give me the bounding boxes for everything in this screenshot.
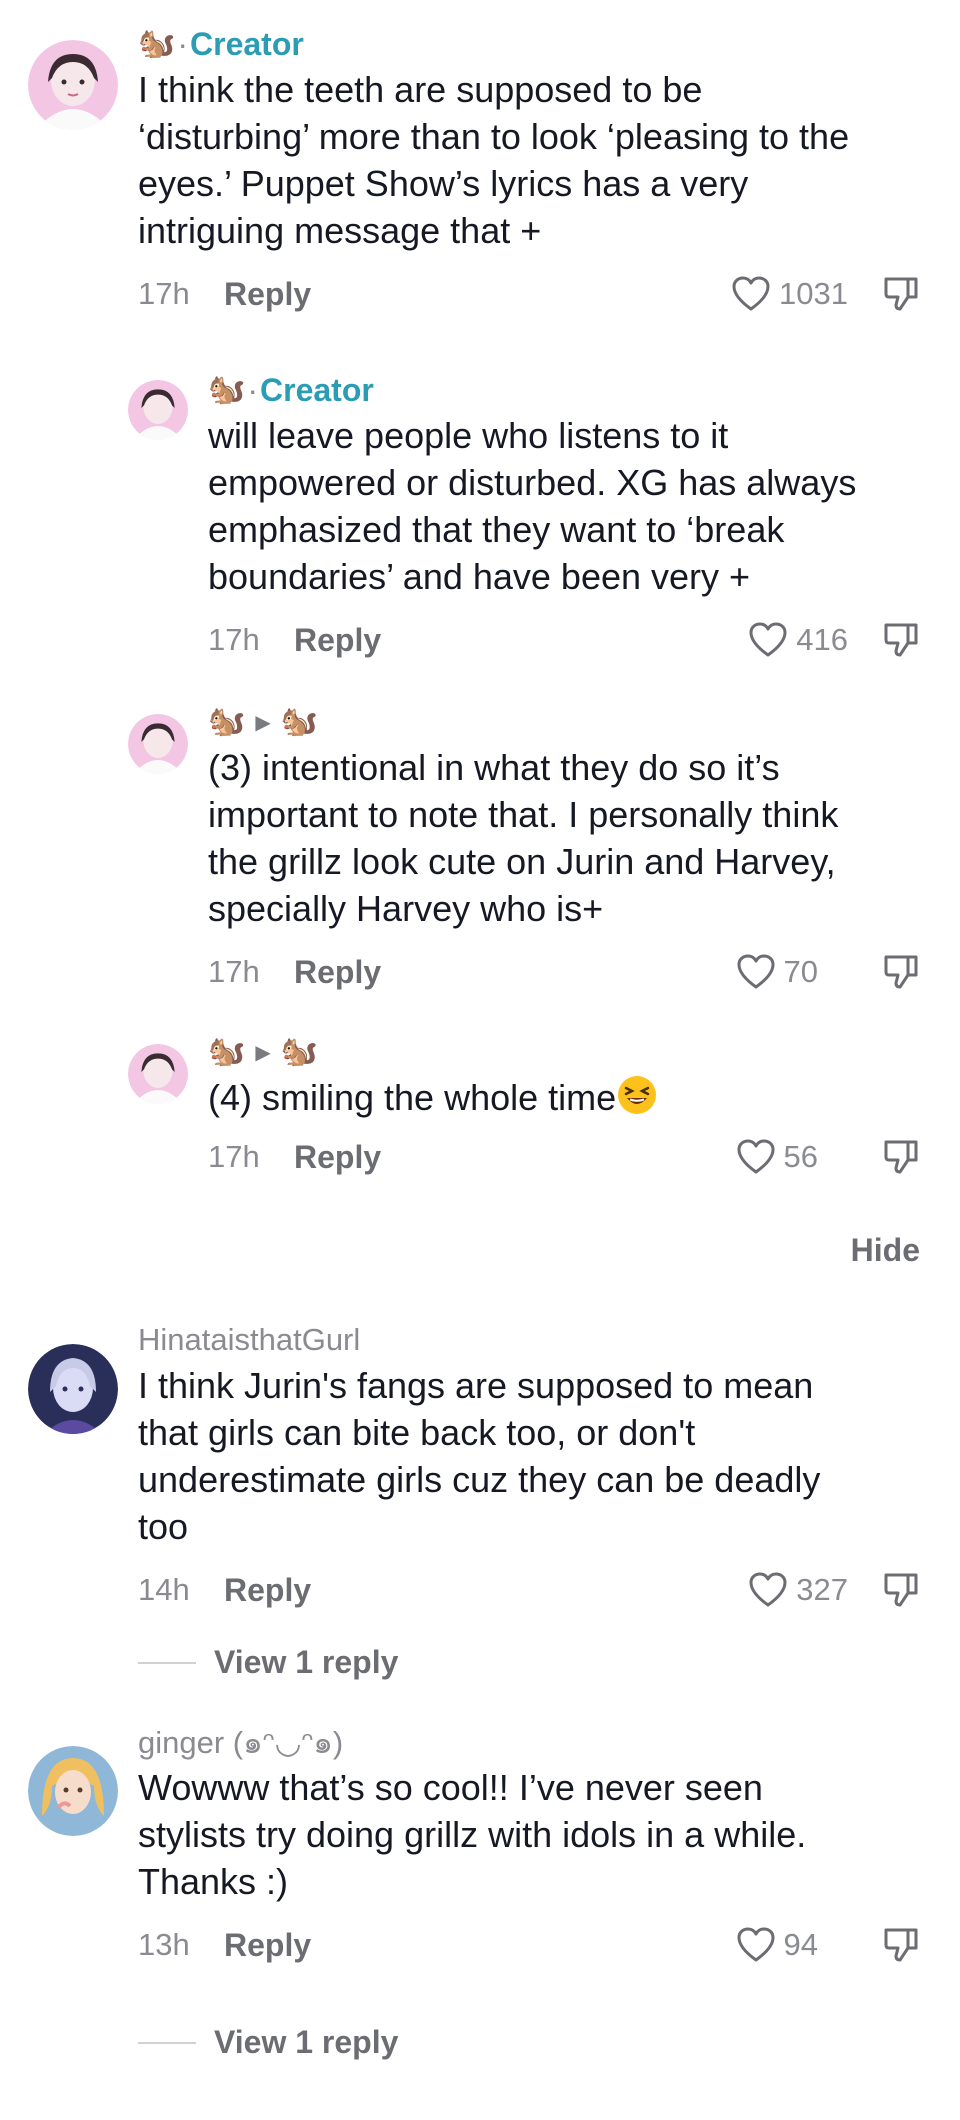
squirrel-emoji-icon: 🐿️ (208, 1035, 246, 1068)
thumbs-down-icon (884, 1140, 918, 1174)
reply-item: 🐿️ ▶ 🐿️ (3) intentional in what they do … (0, 700, 960, 1000)
separator-dot: · (247, 371, 259, 408)
thumbs-down-icon (884, 623, 918, 657)
like-button[interactable]: 327 (748, 1571, 848, 1609)
divider-line (138, 1661, 196, 1664)
like-count: 416 (796, 622, 848, 657)
user-avatar[interactable] (128, 714, 188, 774)
dislike-button[interactable] (882, 1571, 920, 1609)
reply-button[interactable]: Reply (224, 1572, 311, 1609)
comment-text: I think Jurin's fangs are supposed to me… (138, 1365, 821, 1547)
comment-time: 17h (208, 622, 260, 657)
play-arrow-icon: ▶ (255, 1041, 271, 1064)
comment-text-content: (4) smiling the whole time (208, 1077, 617, 1118)
comment-header: 🐿️ ▶ 🐿️ (208, 1030, 920, 1074)
view-replies-button[interactable]: View 1 reply (138, 2024, 398, 2061)
comment-time: 13h (138, 1927, 190, 1962)
creator-avatar[interactable] (28, 40, 118, 130)
like-count: 56 (783, 1139, 818, 1174)
dislike-button[interactable] (882, 275, 920, 313)
comment-text: Wowww that’s so cool!! I’ve never seen s… (138, 1767, 807, 1902)
dislike-button[interactable] (882, 1138, 920, 1176)
like-button[interactable]: 56 (736, 1138, 818, 1176)
reply-button[interactable]: Reply (224, 276, 311, 313)
like-count: 70 (783, 954, 818, 989)
thumbs-down-icon (884, 955, 918, 989)
like-count: 327 (796, 1572, 848, 1607)
heart-outline-icon (749, 622, 787, 657)
squirrel-emoji-icon: 🐿️ (208, 705, 246, 738)
creator-avatar[interactable] (128, 380, 188, 440)
comment-text: will leave people who listens to it empo… (208, 415, 857, 597)
dislike-button[interactable] (882, 953, 920, 991)
reply-item: 🐿️ ▶ 🐿️ (4) smiling the whole time 17h R… (0, 1030, 960, 1210)
like-button[interactable]: 1031 (731, 275, 848, 313)
comment-meta: 14h Reply 327 (138, 1568, 920, 1612)
like-button[interactable]: 416 (748, 621, 848, 659)
comment-meta: 13h Reply 94 (138, 1923, 920, 1967)
squirrel-emoji-icon: 🐿️ (208, 373, 246, 406)
comment-text: (3) intentional in what they do so it’s … (208, 747, 839, 929)
like-button[interactable]: 70 (736, 953, 818, 991)
comment-time: 17h (208, 954, 260, 989)
username[interactable]: HinataisthatGurl (138, 1322, 360, 1358)
comment-time: 17h (208, 1139, 260, 1174)
view-replies-label: View 1 reply (214, 1644, 399, 1680)
reply-button[interactable]: Reply (294, 622, 381, 659)
comment-meta: 17h Reply 416 (208, 618, 920, 662)
comment-header: ginger (๑ᵔ◡ᵔ๑) (138, 1720, 920, 1764)
separator-dot: · (177, 25, 189, 62)
view-replies-label: View 1 reply (214, 2024, 399, 2060)
user-avatar[interactable] (128, 1044, 188, 1104)
user-avatar[interactable] (28, 1746, 118, 1836)
comment-text: I think the teeth are supposed to be ‘di… (138, 69, 850, 251)
comment-time: 17h (138, 276, 190, 311)
user-avatar[interactable] (28, 1344, 118, 1434)
creator-badge[interactable]: Creator (190, 26, 304, 63)
laughing-face-emoji-icon (616, 1074, 658, 1127)
reply-item: 🐿️ · Creator will leave people who liste… (0, 368, 960, 668)
comment-header: HinataisthatGurl (138, 1318, 920, 1362)
divider-line (138, 2041, 196, 2044)
like-count: 1031 (779, 276, 848, 311)
dislike-button[interactable] (882, 1926, 920, 1964)
comment-meta: 17h Reply 1031 (138, 272, 920, 316)
like-count: 94 (783, 1927, 818, 1962)
heart-outline-icon (737, 954, 775, 989)
dislike-button[interactable] (882, 621, 920, 659)
squirrel-emoji-icon: 🐿️ (138, 27, 176, 60)
reply-button[interactable]: Reply (294, 1139, 381, 1176)
reply-button[interactable]: Reply (224, 1927, 311, 1964)
thumbs-down-icon (884, 277, 918, 311)
heart-outline-icon (749, 1572, 787, 1607)
comment-meta: 17h Reply 70 (208, 950, 920, 994)
creator-badge[interactable]: Creator (260, 372, 374, 409)
heart-outline-icon (737, 1927, 775, 1962)
squirrel-emoji-icon: 🐿️ (280, 705, 319, 738)
comment-time: 14h (138, 1572, 190, 1607)
heart-outline-icon (732, 276, 770, 311)
hide-replies-button[interactable]: Hide (851, 1232, 920, 1269)
thumbs-down-icon (884, 1928, 918, 1962)
squirrel-emoji-icon: 🐿️ (280, 1035, 319, 1068)
comment-header: 🐿️ · Creator (138, 22, 920, 66)
comment-text: (4) smiling the whole time (208, 1074, 920, 1127)
view-replies-button[interactable]: View 1 reply (138, 1644, 398, 1681)
thumbs-down-icon (884, 1573, 918, 1607)
comment-item: 🐿️ · Creator I think the teeth are suppo… (0, 22, 960, 342)
comment-meta: 17h Reply 56 (208, 1135, 920, 1179)
comment-header: 🐿️ ▶ 🐿️ (208, 700, 920, 744)
like-button[interactable]: 94 (736, 1926, 818, 1964)
heart-outline-icon (737, 1139, 775, 1174)
reply-button[interactable]: Reply (294, 954, 381, 991)
comment-header: 🐿️ · Creator (208, 368, 920, 412)
comment-item: ginger (๑ᵔ◡ᵔ๑) Wowww that’s so cool!! I’… (0, 1720, 960, 2050)
username[interactable]: ginger (๑ᵔ◡ᵔ๑) (138, 1717, 343, 1767)
play-arrow-icon: ▶ (255, 711, 271, 734)
